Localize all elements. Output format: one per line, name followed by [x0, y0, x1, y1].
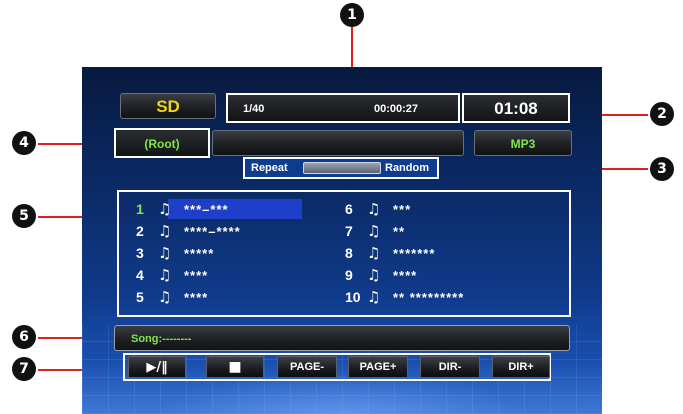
playlist-item[interactable]: 7 ♫ **	[345, 221, 405, 241]
callout-7: 7	[12, 357, 36, 381]
format-panel: MP3	[474, 130, 572, 156]
music-note-icon: ♫	[367, 222, 381, 240]
playlist-item[interactable]: 2 ♫ ****–****	[136, 221, 241, 241]
playlist-item[interactable]: 9 ♫ ****	[345, 265, 417, 285]
track-name: ***–***	[184, 201, 229, 217]
track-number: 2	[136, 223, 144, 239]
track-name: ****–****	[184, 223, 241, 239]
repeat-label[interactable]: Repeat	[251, 162, 288, 174]
callout-number: 4	[19, 135, 29, 151]
dir-up-label: DIR+	[508, 361, 534, 373]
music-note-icon: ♫	[158, 200, 172, 218]
callout-2: 2	[650, 102, 674, 126]
callout-number: 7	[19, 361, 29, 377]
page-up-label: PAGE+	[359, 361, 397, 373]
callout-number: 5	[19, 208, 29, 224]
track-number: 10	[345, 289, 361, 305]
callout-number: 3	[657, 161, 667, 177]
track-name: *****	[184, 245, 215, 261]
track-number: 8	[345, 245, 353, 261]
track-name: ****	[393, 267, 418, 283]
track-info-panel: 1/40 00:00:27	[226, 93, 460, 123]
callout-1: 1	[340, 3, 364, 27]
source-button[interactable]: SD	[120, 93, 216, 119]
playlist-item[interactable]: 3 ♫ *****	[136, 243, 214, 263]
stop-icon: ■	[228, 359, 242, 375]
track-name: ***	[393, 201, 412, 217]
clock-time: 01:08	[494, 99, 538, 118]
clock-panel: 01:08	[462, 93, 570, 123]
music-note-icon: ♫	[367, 200, 381, 218]
callout-number: 1	[347, 7, 357, 23]
music-note-icon: ♫	[367, 244, 381, 262]
elapsed-time: 00:00:27	[374, 103, 419, 115]
track-number: 6	[345, 201, 353, 217]
folder-panel: (Root)	[114, 128, 210, 158]
play-mode-panel: Repeat Random	[243, 157, 439, 179]
random-label[interactable]: Random	[385, 162, 429, 174]
music-note-icon: ♫	[158, 266, 172, 284]
controls-panel	[123, 353, 551, 381]
playlist-item[interactable]: 10 ♫ ** *********	[345, 287, 464, 307]
callout-3: 3	[650, 157, 674, 181]
music-note-icon: ♫	[158, 222, 172, 240]
playlist-item[interactable]: 4 ♫ ****	[136, 265, 208, 285]
current-folder: (Root)	[144, 137, 180, 151]
track-name: ****	[184, 289, 209, 305]
stop-button[interactable]: ■	[206, 356, 264, 378]
folder-bar	[212, 130, 464, 156]
music-note-icon: ♫	[158, 244, 172, 262]
callout-number: 6	[19, 329, 29, 345]
dir-up-button[interactable]: DIR+	[492, 356, 550, 378]
playlist-item[interactable]: 5 ♫ ****	[136, 287, 208, 307]
callout-number: 2	[657, 106, 667, 122]
callout-6: 6	[12, 325, 36, 349]
page-down-label: PAGE-	[289, 361, 325, 373]
music-note-icon: ♫	[158, 288, 172, 306]
play-mode-slider[interactable]	[303, 162, 381, 174]
play-pause-icon: ▶/‖	[146, 359, 168, 375]
dir-down-label: DIR-	[438, 361, 462, 373]
track-number: 1	[136, 201, 144, 217]
source-label: SD	[156, 97, 180, 116]
dir-down-button[interactable]: DIR-	[420, 356, 480, 378]
music-note-icon: ♫	[367, 288, 381, 306]
playlist-item[interactable]: 6 ♫ ***	[345, 199, 411, 219]
track-name: ** *********	[393, 289, 465, 305]
callout-5: 5	[12, 204, 36, 228]
page-down-button[interactable]: PAGE-	[277, 356, 337, 378]
track-number: 9	[345, 267, 353, 283]
callout-4: 4	[12, 131, 36, 155]
track-name: **	[393, 223, 406, 239]
track-name: ****	[184, 267, 209, 283]
track-name: *******	[393, 245, 436, 261]
playlist-item[interactable]: 8 ♫ *******	[345, 243, 435, 263]
song-title: Song:--------	[131, 333, 192, 345]
file-format: MP3	[510, 137, 536, 151]
track-position: 1/40	[243, 103, 265, 115]
playlist-item[interactable]: 1 ♫ ***–***	[136, 199, 302, 219]
track-number: 3	[136, 245, 144, 261]
music-note-icon: ♫	[367, 266, 381, 284]
track-number: 7	[345, 223, 353, 239]
page-up-button[interactable]: PAGE+	[348, 356, 408, 378]
play-pause-button[interactable]: ▶/‖	[128, 356, 186, 378]
track-number: 5	[136, 289, 144, 305]
song-bar: Song:--------	[114, 325, 570, 351]
track-number: 4	[136, 267, 144, 283]
